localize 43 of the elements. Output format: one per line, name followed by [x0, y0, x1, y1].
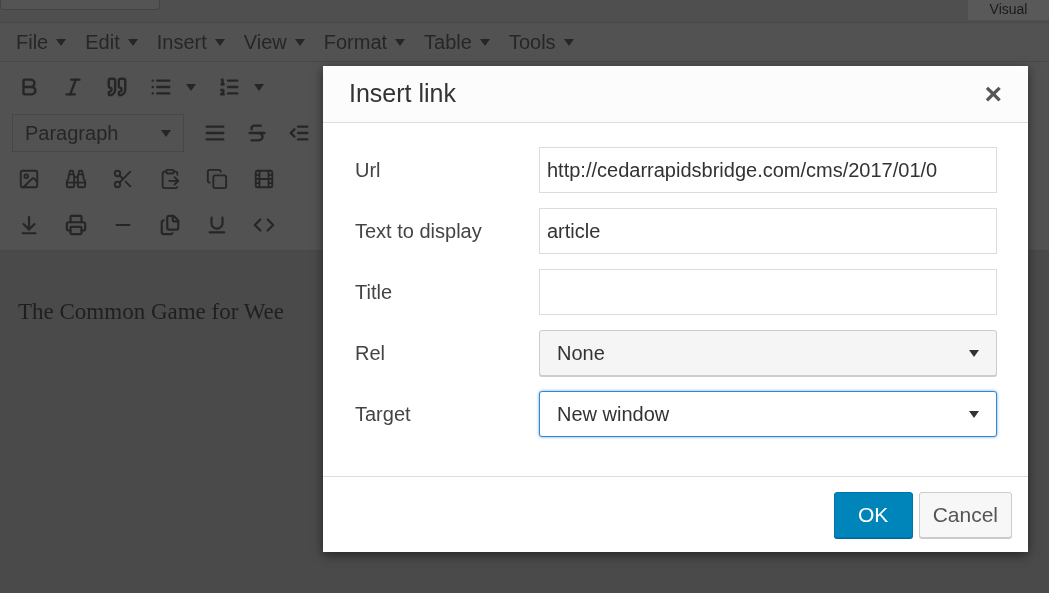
- underline-icon[interactable]: [206, 214, 228, 236]
- caret-icon: [969, 410, 979, 418]
- input-field[interactable]: article: [539, 208, 997, 254]
- bullet-list-icon[interactable]: [150, 76, 172, 98]
- caret-icon: [214, 38, 225, 46]
- film-icon[interactable]: [253, 168, 275, 190]
- caret-icon: [127, 38, 138, 46]
- caret-icon: [969, 349, 979, 357]
- input-field[interactable]: [539, 269, 997, 315]
- outdent-icon[interactable]: [288, 122, 310, 144]
- caret-icon: [161, 129, 171, 137]
- field-label: Title: [355, 280, 394, 305]
- print-icon[interactable]: [65, 214, 87, 236]
- ok-button[interactable]: OK: [833, 491, 913, 538]
- quote-icon[interactable]: [106, 76, 128, 98]
- field-label: Target: [355, 402, 412, 427]
- dialog-title: Insert link: [349, 78, 456, 110]
- caret-icon: [294, 38, 305, 46]
- input-field[interactable]: http://cedarrapidsbridge.com/cms/2017/01/0: [539, 147, 997, 193]
- binoculars-icon[interactable]: [65, 168, 87, 190]
- caret-icon: [254, 83, 264, 91]
- select-field[interactable]: None: [539, 330, 997, 376]
- field-label: Text to display: [355, 219, 483, 244]
- select-field[interactable]: New window: [539, 391, 997, 437]
- paste-icon[interactable]: [159, 168, 181, 190]
- align-justify-icon[interactable]: [204, 122, 226, 144]
- strikethrough-icon[interactable]: [246, 122, 268, 144]
- numbered-list-icon[interactable]: [218, 76, 240, 98]
- copy-icon[interactable]: [206, 168, 228, 190]
- visual-tab[interactable]: Visual: [968, 0, 1049, 20]
- close-button[interactable]: ×: [984, 79, 1002, 109]
- caret-icon: [56, 38, 67, 46]
- image-icon[interactable]: [18, 168, 40, 190]
- italic-icon[interactable]: [62, 76, 84, 98]
- caret-icon: [186, 83, 196, 91]
- field-label: Rel: [355, 341, 386, 366]
- caret-icon: [479, 38, 490, 46]
- pages-icon[interactable]: [159, 214, 181, 236]
- field-label: Url: [355, 158, 382, 183]
- caret-icon: [395, 38, 406, 46]
- scissors-icon[interactable]: [112, 168, 134, 190]
- caret-icon: [563, 38, 574, 46]
- cancel-button[interactable]: Cancel: [918, 491, 1012, 538]
